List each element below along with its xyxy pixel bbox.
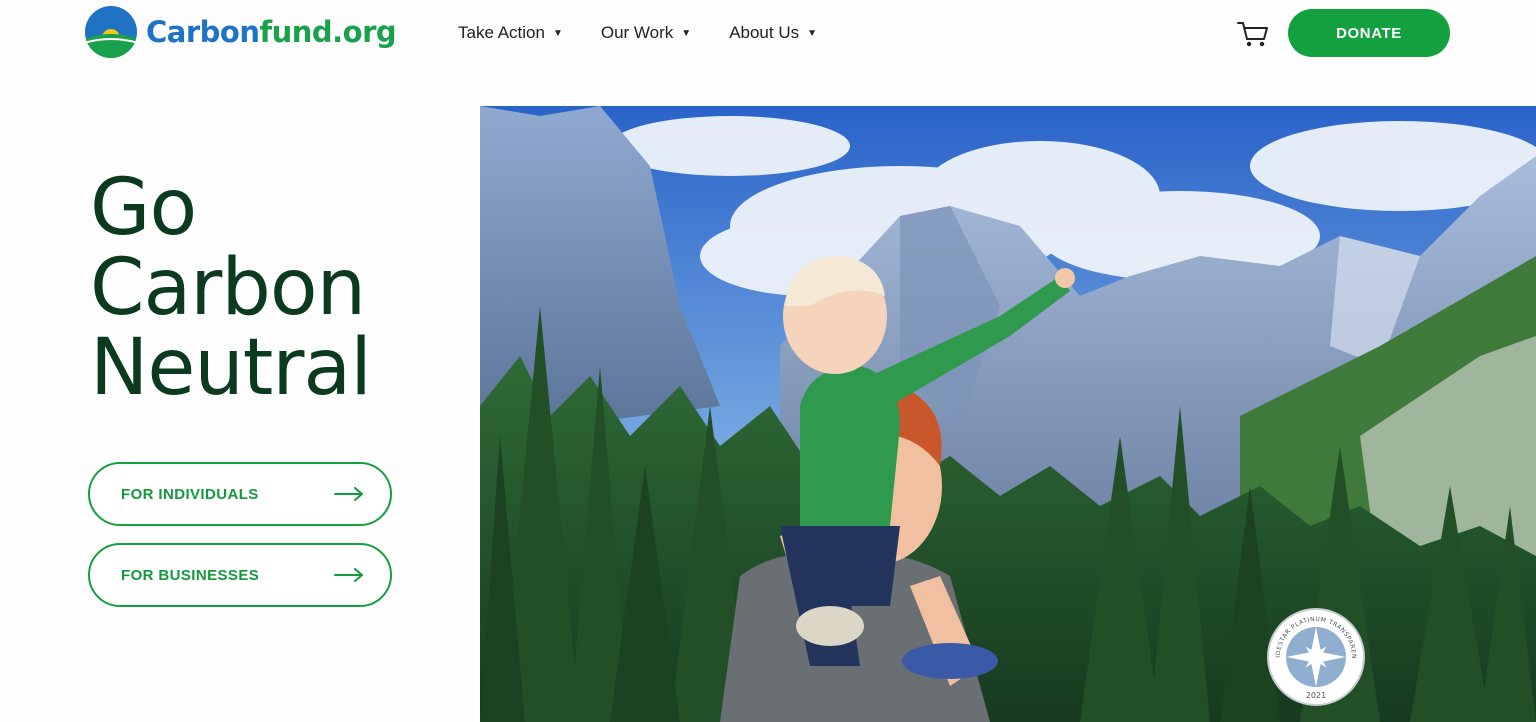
mountain-family-illustration bbox=[480, 106, 1536, 722]
hero-title: Go Carbon Neutral bbox=[90, 163, 372, 413]
for-businesses-label: FOR BUSINESSES bbox=[121, 566, 260, 584]
nav-our-work-label: Our Work bbox=[600, 23, 674, 42]
logo-word-fund: fund.org bbox=[259, 15, 397, 49]
for-individuals-label: FOR INDIVIDUALS bbox=[121, 485, 259, 503]
donate-button[interactable]: DONATE bbox=[1288, 9, 1450, 57]
nav-our-work[interactable]: Our Work ▼ bbox=[601, 23, 691, 43]
for-businesses-button[interactable]: FOR BUSINESSES bbox=[88, 543, 392, 607]
hero-title-line-3: Neutral bbox=[90, 323, 372, 413]
arrow-right-icon bbox=[334, 487, 363, 501]
site-logo[interactable]: Carbonfund.org bbox=[84, 5, 397, 59]
main-nav: Take Action ▼ Our Work ▼ About Us ▼ bbox=[458, 23, 855, 43]
shopping-cart-icon[interactable] bbox=[1236, 19, 1270, 49]
site-header: Carbonfund.org Take Action ▼ Our Work ▼ … bbox=[0, 0, 1536, 70]
arrow-right-icon bbox=[334, 568, 363, 582]
nav-about-us[interactable]: About Us ▼ bbox=[729, 23, 817, 43]
caret-down-icon: ▼ bbox=[681, 27, 692, 39]
nav-take-action-label: Take Action bbox=[458, 23, 545, 42]
logo-word-carbon: Carbon bbox=[146, 15, 260, 49]
hero-title-line-2: Carbon bbox=[90, 243, 366, 333]
nav-take-action[interactable]: Take Action ▼ bbox=[458, 23, 563, 43]
guidestar-badge-icon[interactable]: 2021 GUIDESTAR PLATINUM TRANSPARENCY bbox=[1266, 607, 1366, 707]
for-individuals-button[interactable]: FOR INDIVIDUALS bbox=[88, 462, 392, 526]
hero-photo bbox=[480, 106, 1536, 722]
badge-year: 2021 bbox=[1306, 691, 1326, 700]
hero-title-line-1: Go bbox=[90, 163, 197, 253]
sun-over-hill-logo-icon bbox=[85, 6, 137, 58]
logo-wordmark: Carbonfund.org bbox=[146, 15, 397, 49]
nav-about-us-label: About Us bbox=[729, 23, 800, 42]
caret-down-icon: ▼ bbox=[552, 27, 563, 39]
caret-down-icon: ▼ bbox=[807, 27, 818, 39]
